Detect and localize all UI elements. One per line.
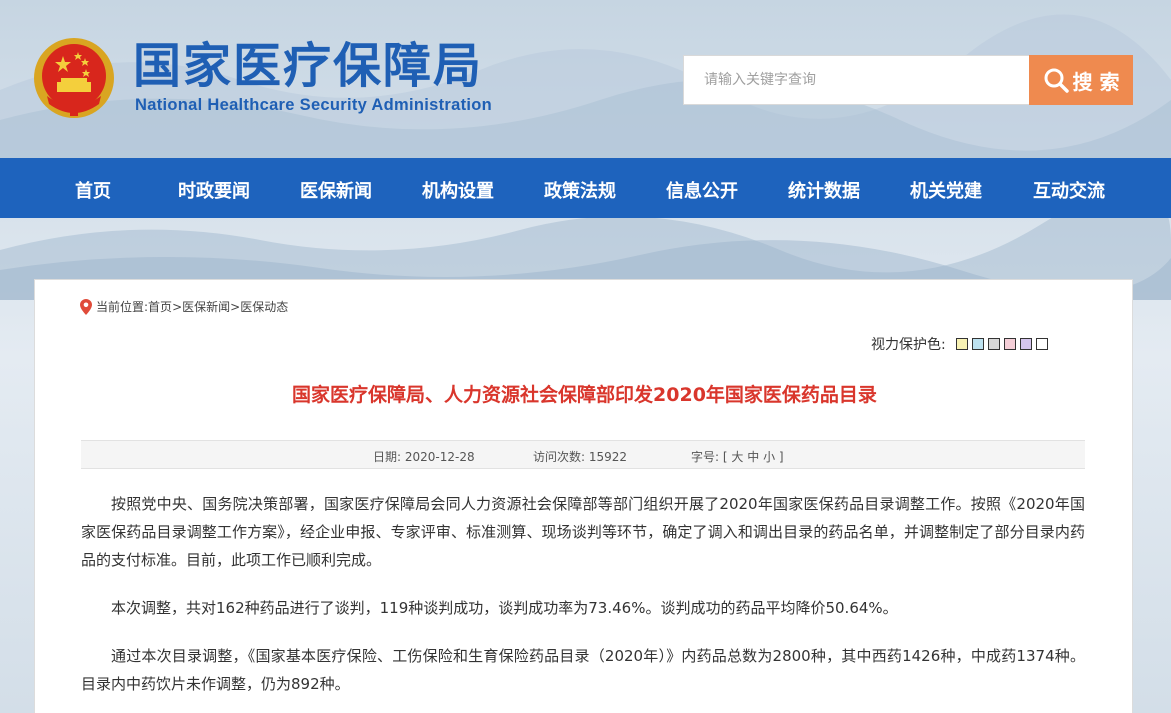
breadcrumb-home[interactable]: 首页 — [148, 298, 172, 315]
eye-care-color-picker: 视力保护色: — [871, 334, 1048, 354]
breadcrumb-separator: > — [230, 299, 241, 314]
publish-date: 日期: 2020-12-28 — [373, 448, 475, 465]
search-button-label: 搜 索 — [1072, 69, 1120, 94]
nav-item-policies[interactable]: 政策法规 — [544, 177, 616, 203]
nav-item-organization[interactable]: 机构设置 — [422, 177, 494, 203]
eye-care-swatch-blue[interactable] — [971, 338, 984, 350]
font-size-bracket-close: ] — [778, 450, 784, 464]
site-title: 国家医疗保障局 — [133, 38, 484, 94]
breadcrumb-prefix: 当前位置: — [96, 300, 149, 314]
nav-item-healthcare-news[interactable]: 医保新闻 — [300, 177, 372, 203]
search-icon — [1044, 68, 1069, 93]
nav-item-party-building[interactable]: 机关党建 — [910, 177, 982, 203]
date-label: 日期: — [373, 450, 402, 464]
font-size-label: 字号: — [691, 450, 720, 464]
search-button[interactable]: 搜 索 — [1029, 55, 1133, 105]
breadcrumb-separator: > — [172, 299, 183, 314]
article-body: 按照党中央、国务院决策部署，国家医疗保障局会同人力资源社会保障部等部门组织开展了… — [81, 490, 1085, 713]
font-size-small[interactable]: 小 — [763, 450, 775, 464]
font-size-medium[interactable]: 中 — [747, 450, 759, 464]
nav-item-statistics[interactable]: 统计数据 — [788, 177, 860, 203]
eye-care-swatch-white[interactable] — [1035, 338, 1048, 350]
nav-item-home[interactable]: 首页 — [75, 177, 111, 203]
article-container: 当前位置: 首页 > 医保新闻 > 医保动态 视力保护色: 国家医疗保障局、人力… — [34, 279, 1133, 713]
font-size-control: 字号: [ 大 中 小 ] — [691, 448, 784, 465]
article-title: 国家医疗保障局、人力资源社会保障部印发2020年国家医保药品目录 — [292, 384, 877, 406]
breadcrumb-healthcare-updates[interactable]: 医保动态 — [240, 298, 288, 315]
eye-care-label: 视力保护色: — [871, 337, 946, 353]
breadcrumb-healthcare-news[interactable]: 医保新闻 — [182, 298, 230, 315]
date-value: 2020-12-28 — [404, 450, 475, 464]
font-size-large[interactable]: 大 — [731, 450, 743, 464]
eye-care-swatch-pink[interactable] — [1003, 338, 1016, 350]
article-meta-bar: 日期: 2020-12-28 访问次数: 15922 字号: [ 大 中 小 ] — [81, 440, 1085, 469]
main-nav: 首页 时政要闻 医保新闻 机构设置 政策法规 信息公开 统计数据 机关党建 互动… — [0, 158, 1171, 218]
font-size-bracket-open: [ — [722, 450, 728, 464]
breadcrumb: 当前位置: 首页 > 医保新闻 > 医保动态 — [80, 298, 288, 315]
site-header: 国家医疗保障局 National Healthcare Security Adm… — [0, 0, 1171, 158]
views-value: 15922 — [588, 450, 628, 464]
article-paragraph: 通过本次目录调整，《国家基本医疗保险、工伤保险和生育保险药品目录（2020年）》… — [81, 647, 1085, 693]
eye-care-swatch-gray[interactable] — [987, 338, 1000, 350]
national-emblem-icon — [34, 38, 114, 118]
search-input[interactable] — [683, 55, 1030, 105]
views-label: 访问次数: — [533, 450, 586, 464]
nav-item-info-disclosure[interactable]: 信息公开 — [666, 177, 738, 203]
view-count: 访问次数: 15922 — [533, 448, 627, 465]
eye-care-swatch-yellow[interactable] — [955, 338, 968, 350]
nav-item-current-affairs[interactable]: 时政要闻 — [178, 177, 250, 203]
site-subtitle: National Healthcare Security Administrat… — [135, 96, 493, 114]
nav-item-interaction[interactable]: 互动交流 — [1033, 177, 1105, 203]
article-paragraph: 本次调整，共对162种药品进行了谈判，119种谈判成功，谈判成功率为73.46%… — [111, 599, 898, 617]
article-paragraph: 按照党中央、国务院决策部署，国家医疗保障局会同人力资源社会保障部等部门组织开展了… — [81, 495, 1085, 569]
location-pin-icon — [80, 298, 92, 315]
eye-care-swatch-purple[interactable] — [1019, 338, 1032, 350]
